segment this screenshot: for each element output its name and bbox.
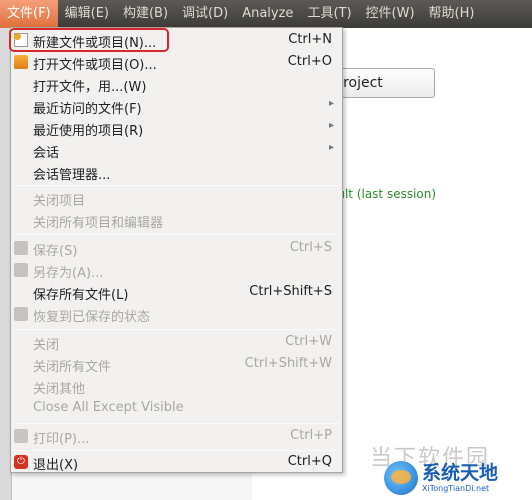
menu-item-shortcut: Ctrl+P	[290, 428, 332, 443]
menu-item-label: 关闭所有文件	[33, 360, 112, 375]
menu-item-close-all-projects-and-editors[interactable]: 关闭所有项目和编辑器	[11, 209, 342, 231]
menu-item-shortcut: Ctrl+Shift+S	[249, 284, 332, 299]
menu-item-close[interactable]: 关闭 Ctrl+W	[11, 331, 342, 353]
menu-item-label: Close All Except Visible	[33, 400, 184, 415]
menu-item-sessions[interactable]: 会话 ▸	[11, 139, 342, 161]
open-folder-icon	[14, 55, 28, 69]
submenu-arrow-icon: ▸	[328, 98, 334, 109]
menu-item-label: 会话管理器...	[33, 168, 111, 183]
save-as-icon	[14, 263, 28, 277]
menu-item-open-with[interactable]: 打开文件，用...(W)	[11, 73, 342, 95]
menu-debug[interactable]: 调试(D)	[175, 0, 235, 28]
revert-icon	[14, 307, 28, 321]
menu-item-shortcut: Ctrl+S	[289, 240, 332, 255]
menu-item-label: 关闭其他	[33, 382, 86, 397]
submenu-arrow-icon: ▸	[328, 142, 334, 153]
logo-text: 系统天地 XiTongTianDi.net	[422, 462, 498, 494]
logo-chinese-name: 系统天地	[422, 461, 499, 484]
menu-item-shortcut: Ctrl+O	[287, 54, 332, 69]
logo-url: XiTongTianDi.net	[422, 483, 490, 493]
quit-icon: ⏻	[14, 455, 28, 469]
menu-separator	[13, 329, 340, 330]
menu-item-label: 关闭所有项目和编辑器	[33, 216, 164, 231]
menu-build[interactable]: 构建(B)	[116, 0, 175, 28]
save-icon	[14, 241, 28, 255]
menu-item-shortcut: Ctrl+Shift+W	[244, 356, 332, 371]
menu-item-label: 会话	[33, 146, 60, 161]
menu-item-close-all-files[interactable]: 关闭所有文件 Ctrl+Shift+W	[11, 353, 342, 375]
menu-item-session-manager[interactable]: 会话管理器...	[11, 161, 342, 183]
menu-file[interactable]: 文件(F)	[0, 0, 58, 28]
menu-item-revert-to-saved[interactable]: 恢复到已保存的状态	[11, 303, 342, 325]
menu-item-label: 最近使用的项目(R)	[33, 124, 144, 139]
menu-separator	[13, 423, 340, 424]
menu-item-label: 恢复到已保存的状态	[33, 310, 151, 325]
submenu-arrow-icon: ▸	[328, 120, 334, 131]
menu-separator	[13, 185, 340, 186]
menu-item-save-as[interactable]: 另存为(A)...	[11, 259, 342, 281]
menu-item-label: 最近访问的文件(F)	[33, 102, 142, 117]
site-logo: 系统天地 XiTongTianDi.net	[384, 455, 532, 500]
menu-analyze[interactable]: Analyze	[235, 0, 300, 28]
default-session-link[interactable]: ault (last session)	[330, 187, 436, 201]
highlight-outline	[9, 28, 169, 52]
menu-item-print[interactable]: 打印(P)... Ctrl+P	[11, 425, 342, 447]
menu-tools[interactable]: 工具(T)	[300, 0, 358, 28]
menu-item-close-all-except-visible[interactable]: Close All Except Visible	[11, 397, 342, 419]
menu-item-close-others[interactable]: 关闭其他	[11, 375, 342, 397]
menu-item-label: 保存(S)	[33, 244, 78, 259]
menu-bar: 文件(F) 编辑(E) 构建(B) 调试(D) Analyze 工具(T) 控件…	[0, 0, 532, 28]
menu-item-label: 退出(X)	[33, 458, 79, 473]
menu-edit[interactable]: 编辑(E)	[58, 0, 116, 28]
menu-item-label: 另存为(A)...	[33, 266, 104, 281]
menu-item-label: 关闭	[33, 338, 60, 353]
menu-item-shortcut: Ctrl+N	[288, 32, 332, 47]
menu-item-shortcut: Ctrl+W	[285, 334, 332, 349]
menu-item-shortcut: Ctrl+Q	[287, 454, 332, 469]
menu-item-recent-files[interactable]: 最近访问的文件(F) ▸	[11, 95, 342, 117]
menu-widgets[interactable]: 控件(W)	[359, 0, 422, 28]
menu-item-close-project[interactable]: 关闭项目	[11, 187, 342, 209]
menu-item-label: 打开文件或项目(O)...	[33, 58, 157, 73]
menu-item-save-all[interactable]: 保存所有文件(L) Ctrl+Shift+S	[11, 281, 342, 303]
menu-item-open-file-or-project[interactable]: 打开文件或项目(O)... Ctrl+O	[11, 51, 342, 73]
menu-item-label: 打印(P)...	[33, 432, 90, 447]
menu-separator	[13, 234, 340, 235]
menu-item-new-file-or-project[interactable]: 新建文件或项目(N)... Ctrl+N	[9, 28, 342, 52]
menu-item-label: 保存所有文件(L)	[33, 288, 129, 303]
menu-item-quit[interactable]: ⏻ 退出(X) Ctrl+Q	[11, 451, 342, 473]
menu-help[interactable]: 帮助(H)	[422, 0, 482, 28]
menu-item-label: 关闭项目	[33, 194, 86, 209]
menu-item-save[interactable]: 保存(S) Ctrl+S	[11, 237, 342, 259]
logo-globe-icon	[384, 460, 418, 495]
menu-item-recent-projects[interactable]: 最近使用的项目(R) ▸	[11, 117, 342, 139]
file-dropdown-menu: 新建文件或项目(N)... Ctrl+N 打开文件或项目(O)... Ctrl+…	[9, 27, 343, 473]
menu-item-label: 打开文件，用...(W)	[33, 80, 147, 95]
print-icon	[14, 429, 28, 443]
